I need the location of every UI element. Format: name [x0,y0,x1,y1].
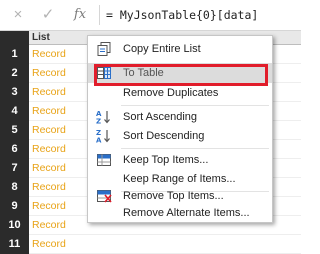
record-link[interactable]: Record [32,121,66,140]
formula-bar: × ✓ fx = MyJsonTable{0}[data] [0,0,301,31]
menu-item-label: Sort Ascending [123,111,197,123]
keep-rows-icon [97,154,111,166]
copy-list-icon [97,42,111,56]
cancel-icon[interactable]: × [10,7,26,23]
row-number: 9 [0,197,29,216]
row-number: 4 [0,102,29,121]
record-link[interactable]: Record [32,140,66,159]
grid-corner[interactable] [0,31,29,45]
remove-rows-icon [97,190,112,203]
row-number: 8 [0,178,29,197]
record-link[interactable]: Record [32,197,66,216]
menu-separator [121,105,269,106]
record-link[interactable]: Record [32,83,66,102]
formula-input[interactable]: = MyJsonTable{0}[data] [106,8,258,22]
formula-bar-divider [99,5,100,25]
row-number: 7 [0,159,29,178]
to-table-icon [97,67,111,79]
menu-item-label: Remove Duplicates [123,87,219,99]
menu-item-remove-alternate-items[interactable]: Remove Alternate Items... [88,203,272,223]
row-number: 1 [0,45,29,64]
fx-icon[interactable]: fx [72,7,88,23]
accept-icon[interactable]: ✓ [40,7,56,23]
menu-item-label: Remove Alternate Items... [123,207,250,219]
menu-item-copy-entire-list[interactable]: Copy Entire List [88,39,272,59]
context-menu: Copy Entire List To Table Remove Duplica… [87,35,273,223]
record-link[interactable]: Record [32,102,66,121]
row-number: 6 [0,140,29,159]
menu-item-label: To Table [123,67,164,79]
row-number: 5 [0,121,29,140]
row-number: 3 [0,83,29,102]
menu-item-label: Sort Descending [123,130,205,142]
menu-separator [121,148,269,149]
row-number: 10 [0,216,29,235]
svg-text:A: A [96,137,102,144]
menu-item-keep-top-items[interactable]: Keep Top Items... [88,150,272,170]
menu-item-sort-ascending[interactable]: A Z Sort Ascending [88,107,272,127]
menu-item-remove-duplicates[interactable]: Remove Duplicates [88,83,272,103]
record-link[interactable]: Record [32,159,66,178]
sort-ascending-icon: A Z [96,110,110,125]
row-number: 2 [0,64,29,83]
record-link[interactable]: Record [32,216,66,235]
menu-item-label: Copy Entire List [123,43,201,55]
record-link[interactable]: Record [32,45,66,64]
menu-item-label: Keep Top Items... [123,154,209,166]
menu-item-sort-descending[interactable]: Z A Sort Descending [88,126,272,146]
svg-text:Z: Z [96,118,101,125]
record-link[interactable]: Record [32,178,66,197]
sort-descending-icon: Z A [96,129,110,144]
record-link[interactable]: Record [32,64,66,83]
menu-item-to-table[interactable]: To Table [88,63,272,83]
column-header-label: List [32,32,50,43]
